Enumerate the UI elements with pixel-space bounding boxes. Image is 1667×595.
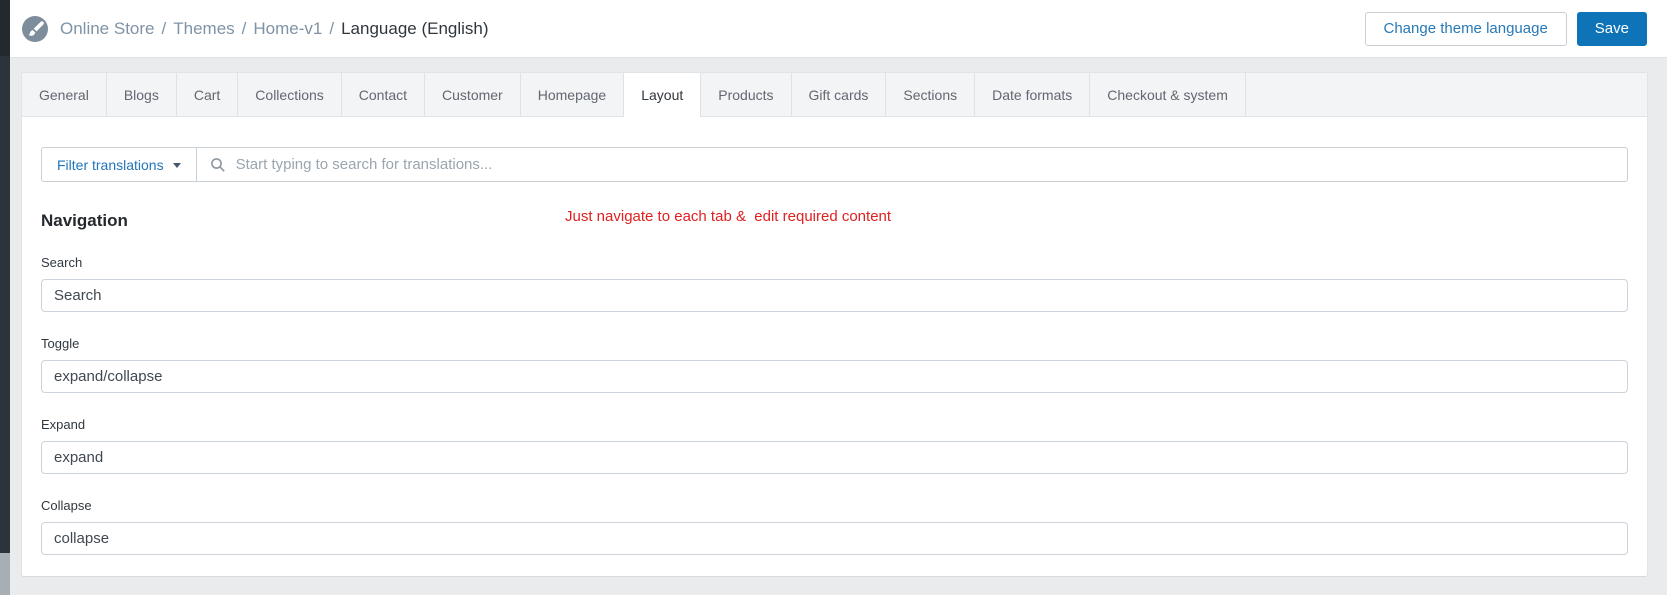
translations-search-input[interactable] xyxy=(196,147,1628,182)
field-input-collapse[interactable] xyxy=(41,522,1628,555)
filter-row: Filter translations xyxy=(41,147,1628,182)
tab-sections[interactable]: Sections xyxy=(886,73,976,117)
field-expand: Expand xyxy=(41,417,1628,474)
tab-blogs[interactable]: Blogs xyxy=(107,73,177,117)
tab-customer[interactable]: Customer xyxy=(425,73,521,117)
tab-gift-cards[interactable]: Gift cards xyxy=(792,73,887,117)
field-collapse: Collapse xyxy=(41,498,1628,555)
card-body: Filter translations Start typing to sear… xyxy=(22,117,1647,576)
field-input-toggle[interactable] xyxy=(41,360,1628,393)
field-label-expand: Expand xyxy=(41,417,86,432)
filter-translations-button[interactable]: Filter translations xyxy=(41,147,197,182)
page-content: General Blogs Cart Collections Contact C… xyxy=(10,58,1667,595)
tab-homepage[interactable]: Homepage xyxy=(521,73,625,117)
search-icon xyxy=(210,157,226,173)
field-input-expand[interactable] xyxy=(41,441,1628,474)
field-search: Search xyxy=(41,255,1628,312)
breadcrumb-separator: / xyxy=(161,18,167,38)
tab-date-formats[interactable]: Date formats xyxy=(975,73,1091,117)
tab-contact[interactable]: Contact xyxy=(342,73,426,117)
admin-sidebar-edge-bottom xyxy=(0,553,10,595)
section-head: Navigation Just navigate to each tab & e… xyxy=(41,208,1628,231)
tab-layout[interactable]: Layout xyxy=(624,73,702,117)
search-field-wrap xyxy=(196,147,1628,182)
theme-brush-icon xyxy=(22,15,48,42)
tab-products[interactable]: Products xyxy=(701,73,792,117)
tab-checkout-system[interactable]: Checkout & system xyxy=(1090,73,1246,117)
breadcrumb-separator: / xyxy=(329,18,335,38)
translations-card: General Blogs Cart Collections Contact C… xyxy=(21,72,1648,577)
annotation-note: Just navigate to each tab & edit require… xyxy=(565,208,892,225)
screen: Online Store / Themes / Home-v1 / Language (En… xyxy=(0,0,1667,595)
breadcrumb-home-v1[interactable]: Home-v1 xyxy=(253,19,322,38)
tab-cart[interactable]: Cart xyxy=(177,73,239,117)
field-label-search: Search xyxy=(41,255,83,270)
field-label-collapse: Collapse xyxy=(41,498,92,513)
admin-sidebar-edge-mid xyxy=(0,56,10,553)
breadcrumb-online-store[interactable]: Online Store xyxy=(60,19,155,38)
chevron-down-icon xyxy=(172,163,181,168)
change-theme-language-button[interactable]: Change theme language xyxy=(1364,11,1567,46)
field-label-toggle: Toggle xyxy=(41,336,80,351)
admin-sidebar-edge-top xyxy=(0,0,10,56)
breadcrumb-separator: / xyxy=(241,18,247,38)
tab-bar-filler xyxy=(1246,73,1647,117)
field-toggle: Toggle xyxy=(41,336,1628,393)
admin-sidebar-edge xyxy=(0,0,10,595)
breadcrumb-current-page: Language (English) xyxy=(341,18,489,38)
page-header: Online Store / Themes / Home-v1 / Language (En… xyxy=(10,0,1667,58)
save-button[interactable]: Save xyxy=(1576,11,1647,46)
filter-translations-label: Filter translations xyxy=(57,156,164,173)
main-area: Online Store / Themes / Home-v1 / Language (En… xyxy=(10,0,1667,595)
tab-general[interactable]: General xyxy=(22,73,107,117)
field-input-search[interactable] xyxy=(41,279,1628,312)
breadcrumb-themes[interactable]: Themes xyxy=(173,19,234,38)
tab-bar: General Blogs Cart Collections Contact C… xyxy=(22,73,1647,117)
breadcrumb: Online Store / Themes / Home-v1 / Language (En… xyxy=(60,19,489,39)
tab-collections[interactable]: Collections xyxy=(238,73,342,117)
